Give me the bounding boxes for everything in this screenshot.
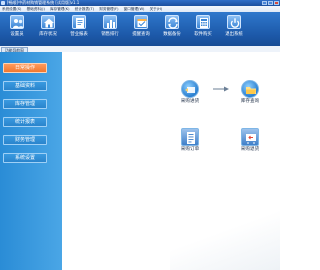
sidebar-item-basic-data[interactable]: 基础资料 (3, 81, 47, 91)
rank-chart-icon (103, 15, 117, 29)
flow-label: 采购订单 (180, 147, 200, 152)
flow-inventory-query[interactable]: 库存查询 (230, 80, 270, 110)
reminder-icon (134, 15, 148, 29)
minimize-icon[interactable] (262, 1, 267, 5)
toolbar-label: 软件购买 (194, 32, 212, 37)
app-icon (1, 1, 5, 5)
flow-label: 库存查询 (240, 99, 260, 104)
toolbar-label: 设置员 (10, 32, 24, 37)
purchase-in-icon (181, 80, 199, 98)
sidebar-item-reports[interactable]: 统计报表 (3, 117, 47, 127)
flow-label: 采购退货 (240, 147, 260, 152)
sidebar-item-system-settings[interactable]: 系统设置 (3, 153, 47, 163)
toolbar-reminder-query-button[interactable]: 提醒查询 (127, 14, 155, 44)
backup-icon (165, 15, 179, 29)
toolbar-data-backup-button[interactable]: 数据备份 (158, 14, 186, 44)
toolbar-label: 营业报表 (70, 32, 88, 37)
toolbar-label: 提醒查询 (132, 32, 150, 37)
toolbar-business-report-button[interactable]: 营业报表 (65, 14, 93, 44)
window-controls (261, 1, 279, 5)
toolbar-software-purchase-button[interactable]: 软件购买 (189, 14, 217, 44)
background-decoration (170, 210, 280, 270)
flow-purchase-order[interactable]: 采购订单 (170, 128, 210, 158)
toolbar: 设置员 库存状况 营业报表 销售排行 提醒查询 数据备份 软件购买 退出系统 (0, 12, 280, 47)
maximize-icon[interactable] (268, 1, 273, 5)
purchase-return-icon (241, 128, 259, 146)
purchase-order-icon (181, 128, 199, 146)
close-icon[interactable] (274, 1, 279, 5)
inventory-folder-icon (241, 80, 259, 98)
toolbar-operators-button[interactable]: 设置员 (3, 14, 31, 44)
toolbar-label: 退出系统 (225, 32, 243, 37)
sidebar-item-daily-operations[interactable]: 日常操作 (3, 63, 47, 73)
sidebar-item-inventory[interactable]: 库存管理 (3, 99, 47, 109)
toolbar-label: 数据备份 (163, 32, 181, 37)
flow-arrow-right (213, 86, 229, 92)
toolbar-label: 销售排行 (101, 32, 119, 37)
toolbar-sales-ranking-button[interactable]: 销售排行 (96, 14, 124, 44)
users-icon (10, 15, 24, 29)
calculator-icon (196, 15, 210, 29)
toolbar-label: 库存状况 (39, 32, 57, 37)
toolbar-exit-button[interactable]: 退出系统 (220, 14, 248, 44)
flow-label: 采购进货 (180, 99, 200, 104)
home-icon (41, 15, 55, 29)
flow-purchase-in[interactable]: 采购进货 (170, 80, 210, 110)
sidebar: 日常操作 基础资料 库存管理 统计报表 财务管理 系统设置 (0, 52, 62, 270)
power-icon (227, 15, 241, 29)
main-panel: 采购进货 库存查询 采购订单 采购退货 (62, 52, 280, 270)
toolbar-inventory-status-button[interactable]: 库存状况 (34, 14, 62, 44)
flow-purchase-return[interactable]: 采购退货 (230, 128, 270, 158)
report-icon (72, 15, 86, 29)
sidebar-item-finance[interactable]: 财务管理 (3, 135, 47, 145)
